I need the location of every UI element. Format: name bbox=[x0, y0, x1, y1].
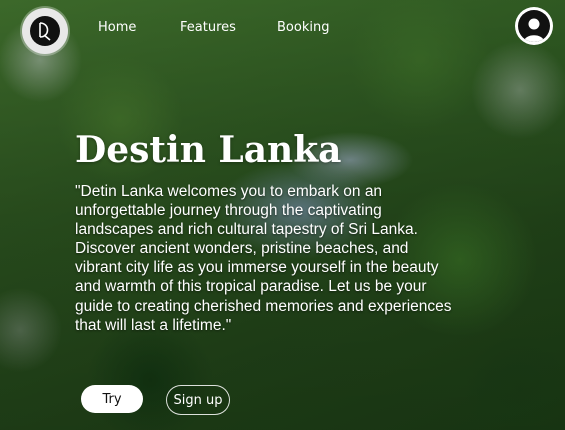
signup-button[interactable]: Sign up bbox=[166, 385, 230, 415]
user-avatar-button[interactable] bbox=[515, 7, 553, 45]
destin-lanka-logo-icon bbox=[30, 16, 60, 46]
nav-booking[interactable]: Booking bbox=[277, 20, 329, 35]
logo[interactable] bbox=[22, 8, 68, 54]
try-button[interactable]: Try bbox=[81, 385, 143, 413]
logo-glyph-icon bbox=[39, 22, 51, 41]
nav-home[interactable]: Home bbox=[98, 20, 136, 35]
user-avatar-icon bbox=[518, 10, 550, 42]
hero-title: Destin Lanka bbox=[75, 129, 342, 171]
top-nav: Home Features Booking bbox=[0, 0, 565, 60]
nav-features[interactable]: Features bbox=[180, 20, 236, 35]
hero-content: Destin Lanka "Detin Lanka welcomes you t… bbox=[75, 128, 465, 335]
person-silhouette-icon bbox=[524, 18, 544, 42]
hero-description: "Detin Lanka welcomes you to embark on a… bbox=[75, 183, 452, 334]
